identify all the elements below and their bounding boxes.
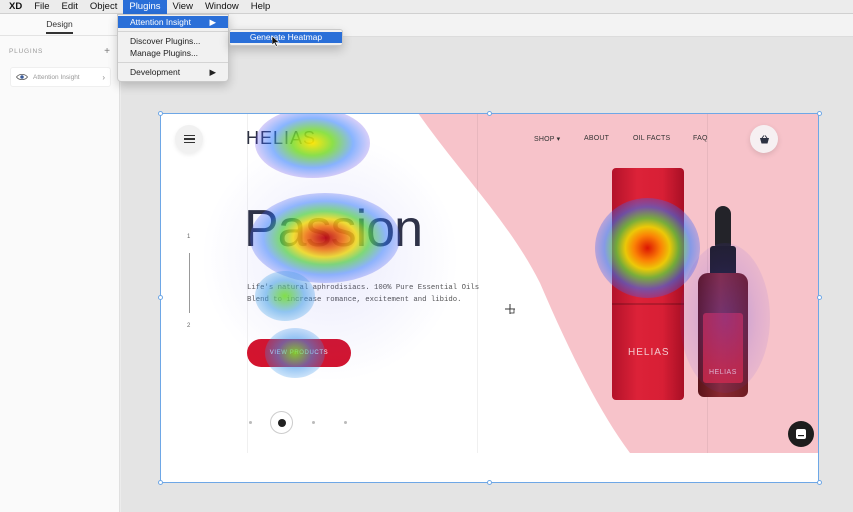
resize-handle[interactable] xyxy=(817,295,822,300)
menu-object[interactable]: Object xyxy=(84,0,123,14)
nav-faq[interactable]: FAQ xyxy=(693,135,708,142)
menu-item-manage-plugins[interactable]: Manage Plugins... xyxy=(118,47,228,59)
menu-item-label: Manage Plugins... xyxy=(130,48,199,58)
menu-app-xd[interactable]: XD xyxy=(0,0,28,14)
eye-icon xyxy=(16,73,28,81)
resize-handle[interactable] xyxy=(487,480,492,485)
menu-item-attention-insight[interactable]: Attention Insight ▶ xyxy=(118,16,228,28)
plugins-menu: Attention Insight ▶ Discover Plugins... … xyxy=(117,14,229,82)
menu-help[interactable]: Help xyxy=(245,0,277,14)
cart-button[interactable] xyxy=(750,125,778,153)
menu-window[interactable]: Window xyxy=(199,0,245,14)
hamburger-menu-icon[interactable] xyxy=(175,125,203,153)
tube-cap-seam xyxy=(612,303,684,305)
menu-bar: XD File Edit Object Plugins View Window … xyxy=(0,0,853,14)
resize-handle[interactable] xyxy=(158,111,163,116)
nav-shop[interactable]: SHOP ▾ xyxy=(534,135,560,143)
brand-logo[interactable]: HELIAS xyxy=(246,128,316,149)
menu-item-label: Discover Plugins... xyxy=(130,36,201,46)
attention-insight-submenu: Generate Heatmap xyxy=(229,29,343,46)
view-products-button[interactable]: VIEW PRODUCTS xyxy=(247,339,351,367)
dropper-collar xyxy=(710,246,736,276)
menu-item-label: Attention Insight xyxy=(130,17,191,27)
slide-number-top: 1 xyxy=(187,234,191,240)
menu-divider xyxy=(118,31,228,32)
menu-item-generate-heatmap[interactable]: Generate Heatmap xyxy=(230,32,342,43)
artboard[interactable]: HELIAS SHOP ▾ ABOUT OIL FACTS FAQ 1 2 Pa… xyxy=(160,113,819,483)
resize-handle[interactable] xyxy=(487,111,492,116)
resize-handle[interactable] xyxy=(158,295,163,300)
bottle-brand-label: HELIAS xyxy=(709,369,737,376)
add-plugin-button[interactable]: + xyxy=(104,46,110,57)
move-cursor-icon xyxy=(505,304,515,314)
plugins-section-title: PLUGINS xyxy=(9,48,44,55)
plugin-item-attention-insight[interactable]: Attention Insight › xyxy=(10,67,111,87)
resize-handle[interactable] xyxy=(817,111,822,116)
slider-dot[interactable] xyxy=(249,421,252,424)
hero-title: Passion xyxy=(244,200,423,258)
submenu-arrow-icon: ▶ xyxy=(209,17,216,27)
dropper-bulb xyxy=(715,206,731,248)
nav-oil-facts[interactable]: OIL FACTS xyxy=(633,135,670,142)
tube-brand-label: HELIAS xyxy=(628,347,670,358)
hero-description: Life's natural aphrodisiacs. 100% Pure E… xyxy=(247,284,480,305)
menu-item-label: Development xyxy=(130,67,181,77)
panel-tabs: Design xyxy=(0,14,119,36)
menu-item-development[interactable]: Development ▶ xyxy=(118,66,228,78)
menu-file[interactable]: File xyxy=(28,0,55,14)
chat-button[interactable] xyxy=(788,421,814,447)
slider-dot[interactable] xyxy=(344,421,347,424)
slide-number-bottom: 2 xyxy=(187,323,191,329)
menu-edit[interactable]: Edit xyxy=(56,0,84,14)
resize-handle[interactable] xyxy=(817,480,822,485)
left-panel: Design PLUGINS + Attention Insight › xyxy=(0,14,120,512)
tab-design[interactable]: Design xyxy=(46,15,73,34)
chat-icon xyxy=(796,429,806,439)
menu-view[interactable]: View xyxy=(167,0,199,14)
slider-dot-active[interactable] xyxy=(270,411,293,434)
resize-handle[interactable] xyxy=(158,480,163,485)
menu-divider xyxy=(118,62,228,63)
menu-plugins[interactable]: Plugins xyxy=(123,0,167,14)
plugin-item-label: Attention Insight xyxy=(33,73,80,81)
product-tube xyxy=(612,168,684,400)
slide-progress-line xyxy=(189,253,190,313)
submenu-arrow-icon: ▶ xyxy=(209,67,216,77)
basket-icon xyxy=(759,134,769,143)
chevron-right-icon: › xyxy=(102,72,105,82)
slider-dot[interactable] xyxy=(312,421,315,424)
plugins-section-header: PLUGINS + xyxy=(0,46,119,57)
mouse-pointer-icon xyxy=(272,36,280,47)
menu-item-discover-plugins[interactable]: Discover Plugins... xyxy=(118,35,228,47)
nav-about[interactable]: ABOUT xyxy=(584,135,609,142)
